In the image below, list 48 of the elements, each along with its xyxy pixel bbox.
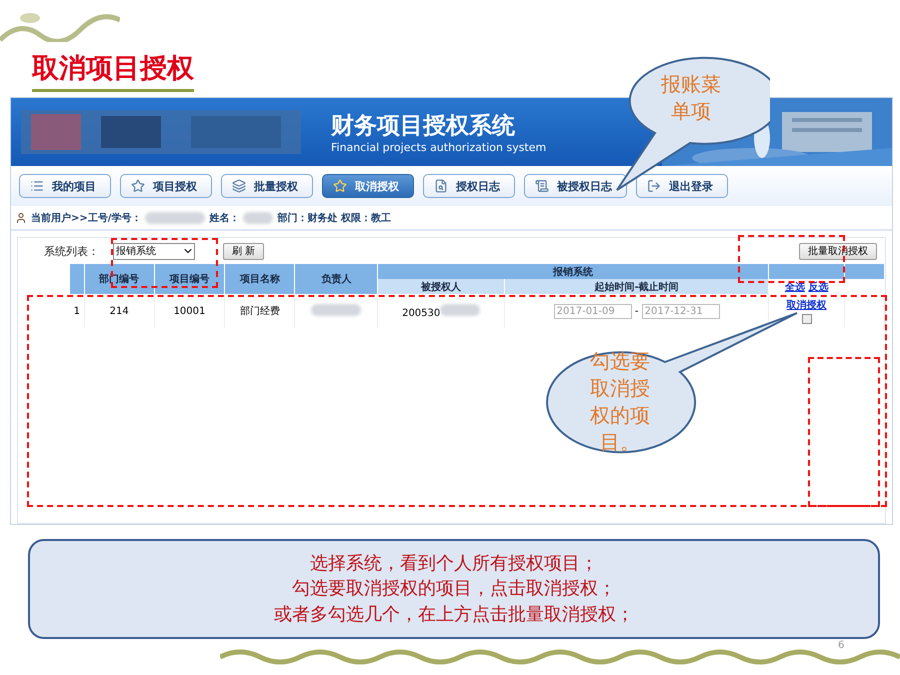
- nav-tab[interactable]: 我的项目: [19, 174, 111, 198]
- app-title: 财务项目授权系统: [331, 112, 516, 141]
- date-separator: -: [634, 306, 638, 316]
- column-header: 被授权人: [378, 279, 505, 294]
- column-header: 项目名称: [224, 264, 295, 294]
- note-text: 选择系统，看到个人所有授权项目；: [310, 552, 598, 576]
- nav-icon: [333, 179, 347, 193]
- page-number: 6: [838, 640, 844, 651]
- redacted-mark: [243, 212, 274, 224]
- callout-text: 勾选要取消授权的项目。: [589, 348, 651, 456]
- nav-icon: [535, 179, 549, 193]
- system-select[interactable]: 报销系统: [113, 242, 195, 260]
- user-label: 当前用户>>工号/学号：: [31, 211, 142, 224]
- table-cell: 1: [70, 294, 84, 328]
- nav-tab[interactable]: 项目授权: [120, 174, 212, 198]
- row-checkbox[interactable]: [802, 314, 812, 324]
- refresh-button[interactable]: 刷 新: [223, 242, 264, 260]
- nav-icon: [232, 179, 246, 193]
- nav-tab[interactable]: 取消授权: [322, 174, 414, 198]
- slide-title: 取消项目授权: [32, 50, 194, 92]
- dept-label: 部门：财务处 权限：教工: [277, 211, 391, 224]
- column-header: 项目编号: [154, 264, 225, 294]
- column-header: 负责人: [294, 264, 378, 294]
- system-label: 系统列表：: [44, 244, 99, 258]
- nav-tab[interactable]: 退出登录: [636, 174, 728, 198]
- nav-icon: [30, 179, 44, 193]
- note-text: 勾选要取消授权的项目，点击取消授权；: [292, 577, 616, 602]
- callout-text: 报账菜单项: [660, 71, 722, 125]
- table-cell: 214: [84, 294, 154, 328]
- app-subtitle: Financial projects authorization system: [331, 141, 546, 154]
- cancel-link[interactable]: 取消授权: [786, 300, 827, 311]
- nav-tab[interactable]: 批量授权: [221, 174, 313, 198]
- name-label: 姓名：: [209, 212, 240, 224]
- nav-tab[interactable]: 授权日志: [423, 174, 515, 198]
- table-cell: 部门经费: [224, 294, 295, 328]
- redacted-mark: [311, 304, 362, 316]
- grantee-id: 200530: [402, 308, 440, 318]
- user-icon: [15, 212, 27, 224]
- table-cell: 10001: [154, 294, 225, 328]
- redacted-mark: [440, 304, 480, 316]
- nav-icon: [647, 179, 661, 193]
- nav-tab[interactable]: 被授权日志: [524, 174, 627, 198]
- column-header: 报销系统: [378, 264, 769, 279]
- redacted-mark: [145, 212, 206, 224]
- nav-icon: [131, 179, 145, 193]
- column-header: 起始时间-截止时间: [504, 279, 769, 294]
- nav-icon: [434, 179, 448, 193]
- note-text: 或者多勾选几个，在上方点击批量取消授权；: [274, 602, 634, 627]
